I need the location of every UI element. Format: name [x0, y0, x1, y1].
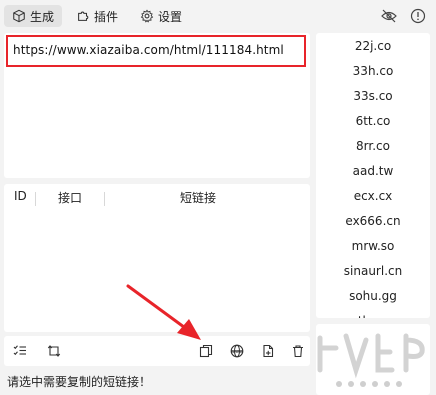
service-item-33s-co[interactable]: 33s.co [316, 84, 430, 108]
service-item-6tt-co[interactable]: 6tt.co [316, 109, 430, 133]
copy-icon [199, 344, 213, 358]
tab-plugins-label: 插件 [94, 9, 119, 24]
service-item-ex666-cn[interactable]: ex666.cn [316, 209, 430, 233]
status-message: 请选中需要复制的短链接！ [7, 375, 152, 389]
column-divider [104, 192, 105, 206]
result-table[interactable]: ID 接口 短链接 [4, 184, 310, 332]
help-circle-icon[interactable] [410, 8, 426, 24]
service-item-aad-tw[interactable]: aad.tw [316, 159, 430, 183]
cube-icon [13, 9, 25, 23]
service-list[interactable]: 22j.co 33h.co 33s.co 6tt.co 8rr.co aad.t… [316, 33, 430, 318]
eye-off-icon[interactable] [381, 9, 397, 23]
copy-button[interactable] [194, 340, 218, 362]
tab-settings[interactable]: 设置 [132, 5, 190, 27]
bottom-toolbar: www [4, 336, 310, 366]
tab-generate-label: 生成 [30, 9, 55, 24]
column-divider [35, 192, 36, 206]
column-header-id: ID [14, 189, 27, 203]
tab-plugins[interactable]: 插件 [68, 5, 126, 27]
gear-icon [140, 9, 154, 23]
service-item-33h-co[interactable]: 33h.co [316, 59, 430, 83]
export-button[interactable] [256, 340, 280, 362]
url-input-panel[interactable]: https://www.xiazaiba.com/html/111184.htm… [4, 33, 310, 178]
url-input-highlight: https://www.xiazaiba.com/html/111184.htm… [6, 35, 306, 67]
invert-selection-button[interactable] [42, 340, 66, 362]
service-item-sinaurl-cn[interactable]: sinaurl.cn [316, 259, 430, 283]
column-header-api: 接口 [58, 191, 83, 205]
column-header-short-link: 短链接 [180, 191, 217, 205]
tab-settings-label: 设置 [158, 9, 183, 24]
puzzle-icon [78, 11, 89, 21]
export-icon [263, 344, 274, 358]
service-item-22j-co[interactable]: 22j.co [316, 34, 430, 58]
svg-text:www: www [231, 349, 243, 355]
url-input[interactable]: https://www.xiazaiba.com/html/111184.htm… [13, 43, 284, 57]
service-item-8rr-co[interactable]: 8rr.co [316, 134, 430, 158]
service-item-ecx-cx[interactable]: ecx.cx [316, 184, 430, 208]
service-item-sohu-gg[interactable]: sohu.gg [316, 284, 430, 308]
select-all-button[interactable] [8, 340, 32, 362]
delete-button[interactable] [286, 340, 310, 362]
service-item-mrw-so[interactable]: mrw.so [316, 234, 430, 258]
top-tab-bar: 生成 插件 设置 [0, 0, 436, 32]
tab-generate[interactable]: 生成 [4, 5, 63, 27]
swap-icon [47, 345, 61, 357]
globe-icon: www [230, 344, 244, 358]
open-in-browser-button[interactable]: www [225, 340, 249, 362]
delete-icon [293, 345, 303, 358]
service-item-partial[interactable]: tb.cn [316, 309, 430, 318]
service-list-secondary[interactable] [316, 324, 430, 395]
checklist-icon [13, 345, 26, 356]
